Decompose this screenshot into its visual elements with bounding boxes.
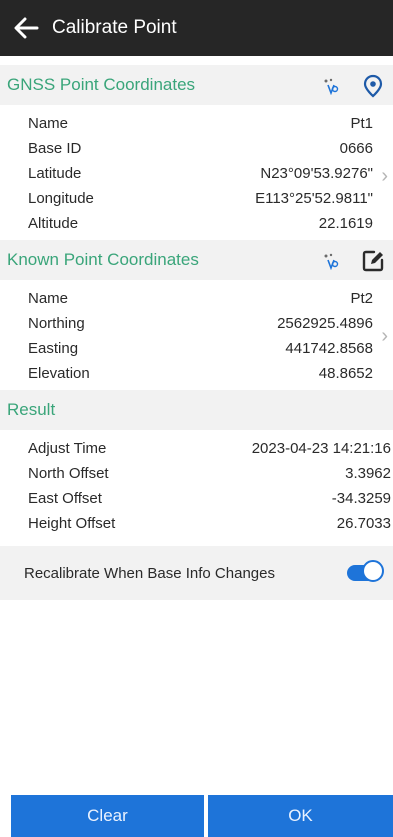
- known-row-name: Name Pt2: [0, 288, 393, 314]
- gnss-altitude-value: 22.1619: [318, 215, 373, 232]
- adjust-time-label: Adjust Time: [28, 440, 107, 457]
- gnss-row-name: Name Pt1: [0, 113, 393, 139]
- ok-button[interactable]: OK: [207, 795, 393, 837]
- result-section-title: Result: [7, 400, 56, 419]
- bottom-action-bar: Clear OK: [0, 795, 393, 837]
- gnss-row-longitude: Longitude E113°25'52.9811": [0, 188, 393, 214]
- adjust-time-value: 2023-04-23 14:21:16: [251, 440, 391, 457]
- gnss-latitude-label: Latitude: [28, 165, 82, 182]
- gnss-chevron-right-icon[interactable]: ›: [381, 165, 388, 188]
- known-northing-label: Northing: [28, 315, 85, 332]
- known-edit-button[interactable]: [360, 248, 386, 274]
- known-northing-value: 2562925.4896: [277, 315, 373, 332]
- recalibrate-row: Recalibrate When Base Info Changes: [0, 546, 393, 600]
- gnss-row-base-id: Base ID 0666: [0, 138, 393, 164]
- recalibrate-toggle[interactable]: [347, 560, 387, 586]
- gnss-name-label: Name: [28, 115, 69, 132]
- gnss-base-id-value: 0666: [339, 140, 373, 157]
- gnss-location-button[interactable]: [360, 73, 386, 99]
- back-button[interactable]: [0, 0, 52, 56]
- result-row-adjust-time: Adjust Time 2023-04-23 14:21:16: [0, 438, 393, 464]
- result-details: Adjust Time 2023-04-23 14:21:16 North Of…: [0, 430, 393, 540]
- stakeout-icon: [324, 253, 339, 270]
- known-name-label: Name: [28, 290, 69, 307]
- result-row-height-offset: Height Offset 26.7033: [0, 513, 393, 539]
- location-pin-icon: [363, 74, 383, 98]
- known-easting-label: Easting: [28, 340, 79, 357]
- arrow-left-icon: [14, 17, 39, 39]
- gnss-longitude-value: E113°25'52.9811": [255, 190, 373, 207]
- page-title: Calibrate Point: [52, 17, 177, 38]
- result-row-east-offset: East Offset -34.3259: [0, 488, 393, 514]
- known-row-elevation: Elevation 48.8652: [0, 363, 393, 389]
- gnss-details: Name Pt1 Base ID 0666 Latitude N23°09'53…: [0, 105, 393, 240]
- gnss-section-header: GNSS Point Coordinates: [0, 65, 393, 105]
- gnss-base-id-label: Base ID: [28, 140, 82, 157]
- known-easting-value: 441742.8568: [285, 340, 373, 357]
- gnss-latitude-value: N23°09'53.9276": [260, 165, 373, 182]
- known-elevation-label: Elevation: [28, 365, 90, 382]
- north-offset-label: North Offset: [28, 465, 109, 482]
- north-offset-value: 3.3962: [345, 465, 391, 482]
- known-section-title: Known Point Coordinates: [7, 250, 199, 269]
- gnss-row-altitude: Altitude 22.1619: [0, 213, 393, 239]
- known-name-value: Pt2: [350, 290, 373, 307]
- gnss-name-value: Pt1: [350, 115, 373, 132]
- known-row-easting: Easting 441742.8568: [0, 338, 393, 364]
- known-section-header: Known Point Coordinates: [0, 240, 393, 280]
- known-row-northing: Northing 2562925.4896: [0, 313, 393, 339]
- gnss-stakeout-button[interactable]: [318, 73, 344, 99]
- east-offset-value: -34.3259: [331, 490, 391, 507]
- east-offset-label: East Offset: [28, 490, 102, 507]
- known-details: Name Pt2 Northing 2562925.4896 › Easting…: [0, 280, 393, 390]
- clear-button[interactable]: Clear: [11, 795, 204, 837]
- gnss-longitude-label: Longitude: [28, 190, 94, 207]
- known-stakeout-button[interactable]: [318, 248, 344, 274]
- gnss-row-latitude: Latitude N23°09'53.9276": [0, 163, 393, 189]
- app-bar: Calibrate Point: [0, 0, 393, 56]
- result-section-header: Result: [0, 390, 393, 430]
- toggle-knob: [362, 560, 384, 582]
- stakeout-icon: [324, 78, 339, 95]
- edit-icon: [362, 250, 384, 272]
- result-row-north-offset: North Offset 3.3962: [0, 463, 393, 489]
- height-offset-label: Height Offset: [28, 515, 116, 532]
- gnss-section-title: GNSS Point Coordinates: [7, 75, 196, 94]
- height-offset-value: 26.7033: [336, 515, 391, 532]
- known-elevation-value: 48.8652: [318, 365, 373, 382]
- gnss-altitude-label: Altitude: [28, 215, 79, 232]
- recalibrate-label: Recalibrate When Base Info Changes: [24, 564, 275, 582]
